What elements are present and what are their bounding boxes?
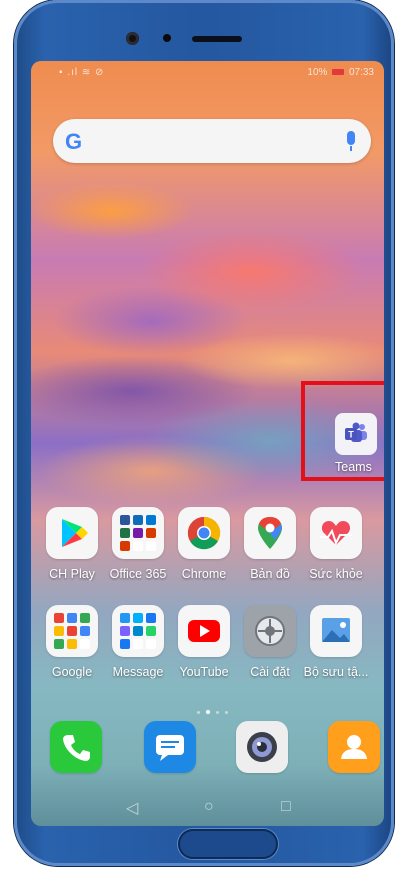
teams-app-tile[interactable]: T (335, 413, 377, 455)
message-folder-tile (112, 605, 164, 657)
app-chrome[interactable]: Chrome (169, 507, 239, 581)
contacts-icon (341, 735, 367, 759)
app-label: Chrome (181, 567, 227, 581)
messages-icon (156, 735, 184, 761)
camera-tile (236, 721, 288, 773)
gallery-icon (322, 618, 350, 642)
app-label: Google (51, 665, 93, 679)
page-dot-active (206, 710, 210, 714)
battery-percent: 10% (307, 67, 328, 78)
play-store-icon (62, 519, 88, 547)
gallery-tile (310, 605, 362, 657)
dock-phone[interactable] (41, 721, 111, 773)
app-google-folder[interactable]: Google (37, 605, 107, 679)
health-icon (320, 521, 352, 546)
signal-status: ▪ .ıl ≋ ⊘ (59, 67, 105, 78)
earpiece (192, 36, 242, 42)
youtube-tile (178, 605, 230, 657)
camera-icon (247, 732, 277, 762)
battery-icon (332, 69, 345, 76)
app-label: Bản đồ (250, 567, 290, 581)
chrome-icon (187, 516, 221, 550)
dock-camera[interactable] (227, 721, 297, 773)
app-label: Cài đặt (250, 665, 290, 679)
app-youtube[interactable]: YouTube (169, 605, 239, 679)
microphone-icon[interactable] (347, 131, 355, 151)
dock-contacts[interactable] (319, 721, 384, 773)
app-label: Message (112, 665, 164, 679)
app-label: Office 365 (109, 567, 167, 581)
app-gallery[interactable]: Bộ sưu tậ... (301, 605, 371, 679)
play-store-tile (46, 507, 98, 559)
teams-label: Teams (335, 460, 372, 474)
recents-button[interactable]: □ (281, 798, 291, 816)
highlight-box: T Teams (301, 381, 384, 481)
navigation-bar: ◁ ○ □ (31, 786, 384, 826)
dock-messages[interactable] (135, 721, 205, 773)
teams-icon: T (345, 422, 367, 442)
phone-tile (50, 721, 102, 773)
settings-icon (255, 616, 285, 646)
settings-tile (244, 605, 296, 657)
app-label: YouTube (179, 665, 229, 679)
google-g-icon: G (65, 129, 83, 154)
page-dot (216, 711, 219, 714)
chrome-tile (178, 507, 230, 559)
svg-text:T: T (348, 430, 354, 440)
health-tile (310, 507, 362, 559)
message-folder-icon (120, 613, 156, 649)
sensor-icon (163, 34, 171, 42)
app-maps[interactable]: Bản đồ (235, 507, 305, 581)
app-label: Bộ sưu tậ... (303, 665, 369, 679)
messages-tile (144, 721, 196, 773)
google-folder-tile (46, 605, 98, 657)
home-button[interactable]: ○ (204, 798, 214, 816)
page-indicator (194, 701, 231, 714)
home-key[interactable] (178, 829, 278, 859)
app-health[interactable]: Sức khỏe (301, 507, 371, 581)
page-dot (197, 711, 200, 714)
office-folder-icon (120, 515, 156, 551)
status-right: 10% 07:33 (307, 67, 374, 78)
back-button[interactable]: ◁ (126, 798, 138, 818)
maps-tile (244, 507, 296, 559)
youtube-icon (188, 620, 220, 642)
maps-icon (258, 517, 282, 549)
app-settings[interactable]: Cài đặt (235, 605, 305, 679)
app-ch-play[interactable]: CH Play (37, 507, 107, 581)
app-office-365[interactable]: Office 365 (103, 507, 173, 581)
front-camera-icon (126, 32, 139, 45)
app-label: CH Play (49, 567, 95, 581)
contacts-tile (328, 721, 380, 773)
app-label: Sức khỏe (309, 567, 363, 581)
app-message-folder[interactable]: Message (103, 605, 173, 679)
phone-icon (63, 735, 90, 761)
page-dot (225, 711, 228, 714)
clock: 07:33 (348, 67, 374, 78)
status-bar: ▪ .ıl ≋ ⊘ 10% 07:33 (31, 61, 384, 83)
home-screen: ▪ .ıl ≋ ⊘ 10% 07:33 G T Teams CH Play Of… (31, 61, 384, 826)
google-folder-icon (54, 613, 90, 649)
office-folder-tile (112, 507, 164, 559)
google-search-bar[interactable]: G (53, 119, 371, 163)
